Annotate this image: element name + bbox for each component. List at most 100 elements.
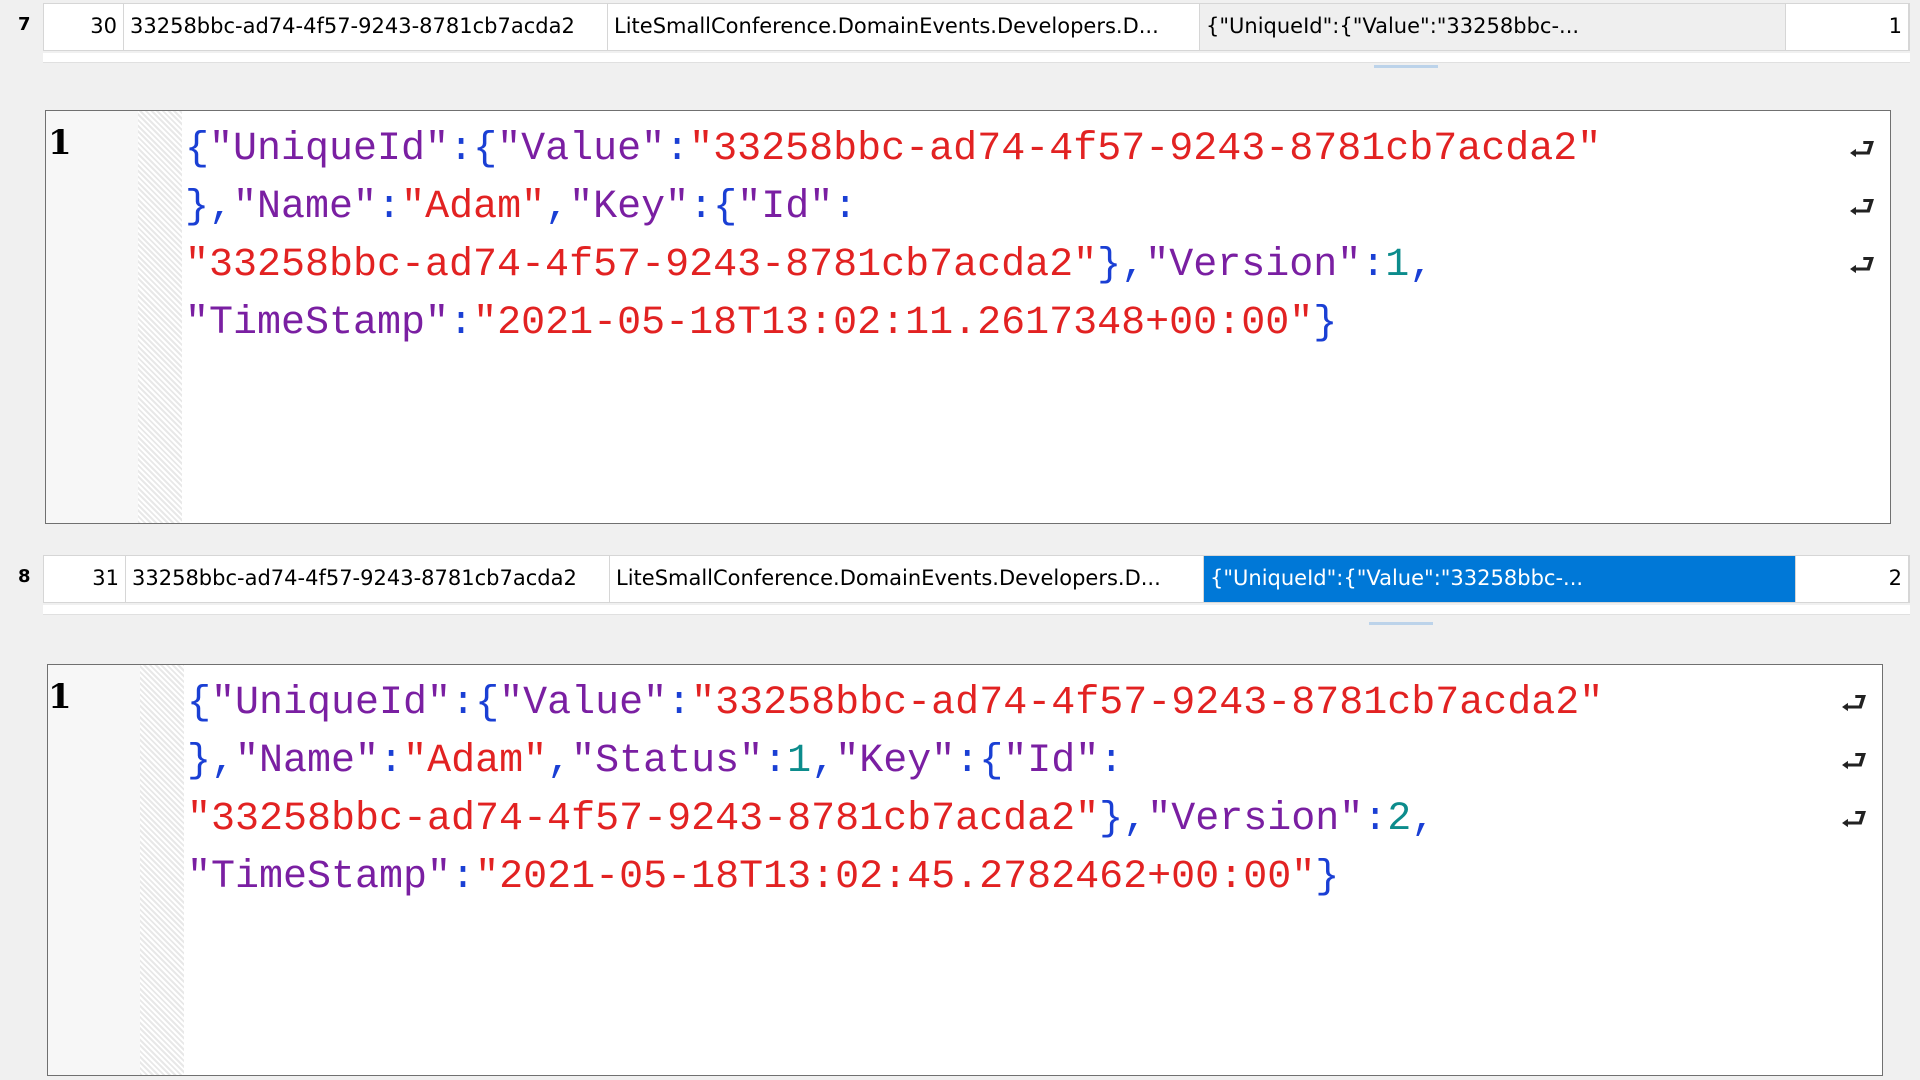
payload-cell[interactable]: {"UniqueId":{"Value":"33258bbc-... — [1204, 556, 1796, 602]
json-token: "UniqueId" — [211, 681, 452, 726]
wrap-markers: ⮐ ⮐ ⮐ — [1834, 675, 1874, 849]
id-cell[interactable]: 30 — [44, 4, 124, 50]
json-token: "33258bbc-ad74-4f57-9243-8781cb7acda2" — [689, 127, 1602, 172]
word-wrap-arrow-icon: ⮐ — [1840, 744, 1868, 779]
event-type-cell[interactable]: LiteSmallConference.DomainEvents.Develop… — [608, 4, 1200, 50]
json-token: : — [689, 185, 714, 230]
json-token: "Adam" — [403, 739, 548, 784]
json-editor[interactable]: 1 {"UniqueId":{"Value":"33258bbc-ad74-4f… — [45, 110, 1891, 524]
json-token: "2021-05-18T13:02:45.2782462+00:00" — [475, 855, 1316, 900]
table-row[interactable]: 7 30 33258bbc-ad74-4f57-9243-8781cb7acda… — [0, 0, 1920, 53]
line-number: 1 — [48, 123, 72, 163]
json-token: , — [209, 185, 234, 230]
row-detail-strip — [43, 605, 1910, 615]
table-row[interactable]: 8 31 33258bbc-ad74-4f57-9243-8781cb7acda… — [0, 552, 1920, 605]
word-wrap-arrow-icon: ⮐ — [1840, 802, 1868, 837]
json-token: "Version" — [1147, 797, 1364, 842]
json-token: "UniqueId" — [209, 127, 450, 172]
json-token: : — [379, 739, 404, 784]
json-token: : — [1361, 243, 1386, 288]
line-number-gutter: 1 — [48, 665, 140, 1075]
wrap-markers: ⮐ ⮐ ⮐ — [1842, 121, 1882, 295]
json-token: } — [1099, 797, 1124, 842]
row-cells[interactable]: 31 33258bbc-ad74-4f57-9243-8781cb7acda2 … — [43, 555, 1910, 603]
word-wrap-arrow-icon: ⮐ — [1848, 190, 1876, 225]
json-token: "Name" — [235, 739, 380, 784]
json-token: "Id" — [737, 185, 834, 230]
json-token: : — [833, 185, 858, 230]
line-number-gutter: 1 — [46, 111, 138, 523]
json-token: , — [1123, 797, 1148, 842]
row-cells[interactable]: 30 33258bbc-ad74-4f57-9243-8781cb7acda2 … — [43, 3, 1910, 51]
json-token: { — [475, 681, 500, 726]
event-type-cell[interactable]: LiteSmallConference.DomainEvents.Develop… — [610, 556, 1204, 602]
json-token: , — [1409, 243, 1434, 288]
gutter-separator — [140, 665, 184, 1075]
json-token: "Value" — [499, 681, 668, 726]
json-token: , — [811, 739, 836, 784]
json-token: , — [1411, 797, 1436, 842]
json-token: , — [211, 739, 236, 784]
word-wrap-arrow-icon: ⮐ — [1840, 686, 1868, 721]
json-code[interactable]: {"UniqueId":{"Value":"33258bbc-ad74-4f57… — [185, 121, 1830, 353]
version-cell[interactable]: 1 — [1786, 4, 1909, 50]
json-token: } — [1097, 243, 1122, 288]
json-token: : — [449, 301, 474, 346]
version-cell[interactable]: 2 — [1796, 556, 1909, 602]
json-token: : — [451, 855, 476, 900]
json-token: : — [1363, 797, 1388, 842]
row-number: 7 — [18, 14, 31, 35]
json-token: { — [979, 739, 1004, 784]
splitter-handle[interactable] — [1369, 622, 1433, 625]
json-token: "Id" — [1003, 739, 1100, 784]
json-token: 1 — [787, 739, 812, 784]
json-token: "Value" — [497, 127, 666, 172]
aggregate-id-cell[interactable]: 33258bbc-ad74-4f57-9243-8781cb7acda2 — [126, 556, 610, 602]
json-token: } — [187, 739, 212, 784]
json-code[interactable]: {"UniqueId":{"Value":"33258bbc-ad74-4f57… — [187, 675, 1822, 907]
json-token: "33258bbc-ad74-4f57-9243-8781cb7acda2" — [691, 681, 1604, 726]
json-token: "Adam" — [401, 185, 546, 230]
splitter-handle[interactable] — [1374, 65, 1438, 68]
json-token: "33258bbc-ad74-4f57-9243-8781cb7acda2" — [187, 797, 1100, 842]
json-token: : — [665, 127, 690, 172]
json-token: : — [449, 127, 474, 172]
json-token: "TimeStamp" — [185, 301, 450, 346]
json-token: : — [451, 681, 476, 726]
json-token: "Key" — [569, 185, 690, 230]
json-token: , — [1121, 243, 1146, 288]
json-token: } — [185, 185, 210, 230]
json-token: , — [547, 739, 572, 784]
json-token: } — [1315, 855, 1340, 900]
json-token: { — [187, 681, 212, 726]
json-token: : — [763, 739, 788, 784]
word-wrap-arrow-icon: ⮐ — [1848, 132, 1876, 167]
json-token: { — [473, 127, 498, 172]
json-token: : — [955, 739, 980, 784]
json-token: : — [1099, 739, 1124, 784]
json-token: "Name" — [233, 185, 378, 230]
json-token: "TimeStamp" — [187, 855, 452, 900]
json-token: : — [377, 185, 402, 230]
id-cell[interactable]: 31 — [44, 556, 126, 602]
json-token: 1 — [1385, 243, 1410, 288]
aggregate-id-cell[interactable]: 33258bbc-ad74-4f57-9243-8781cb7acda2 — [124, 4, 608, 50]
json-token: "33258bbc-ad74-4f57-9243-8781cb7acda2" — [185, 243, 1098, 288]
json-editor[interactable]: 1 {"UniqueId":{"Value":"33258bbc-ad74-4f… — [47, 664, 1883, 1076]
json-token: "Key" — [835, 739, 956, 784]
row-number: 8 — [18, 566, 31, 587]
json-token: , — [545, 185, 570, 230]
row-detail-strip — [43, 53, 1910, 63]
line-number: 1 — [48, 677, 72, 717]
json-token: "2021-05-18T13:02:11.2617348+00:00" — [473, 301, 1314, 346]
json-token: 2 — [1387, 797, 1412, 842]
word-wrap-arrow-icon: ⮐ — [1848, 248, 1876, 283]
payload-cell[interactable]: {"UniqueId":{"Value":"33258bbc-... — [1200, 4, 1786, 50]
json-token: "Status" — [571, 739, 764, 784]
json-token: { — [713, 185, 738, 230]
json-token: { — [185, 127, 210, 172]
json-token: "Version" — [1145, 243, 1362, 288]
json-token: } — [1313, 301, 1338, 346]
gutter-separator — [138, 111, 182, 523]
json-token: : — [667, 681, 692, 726]
